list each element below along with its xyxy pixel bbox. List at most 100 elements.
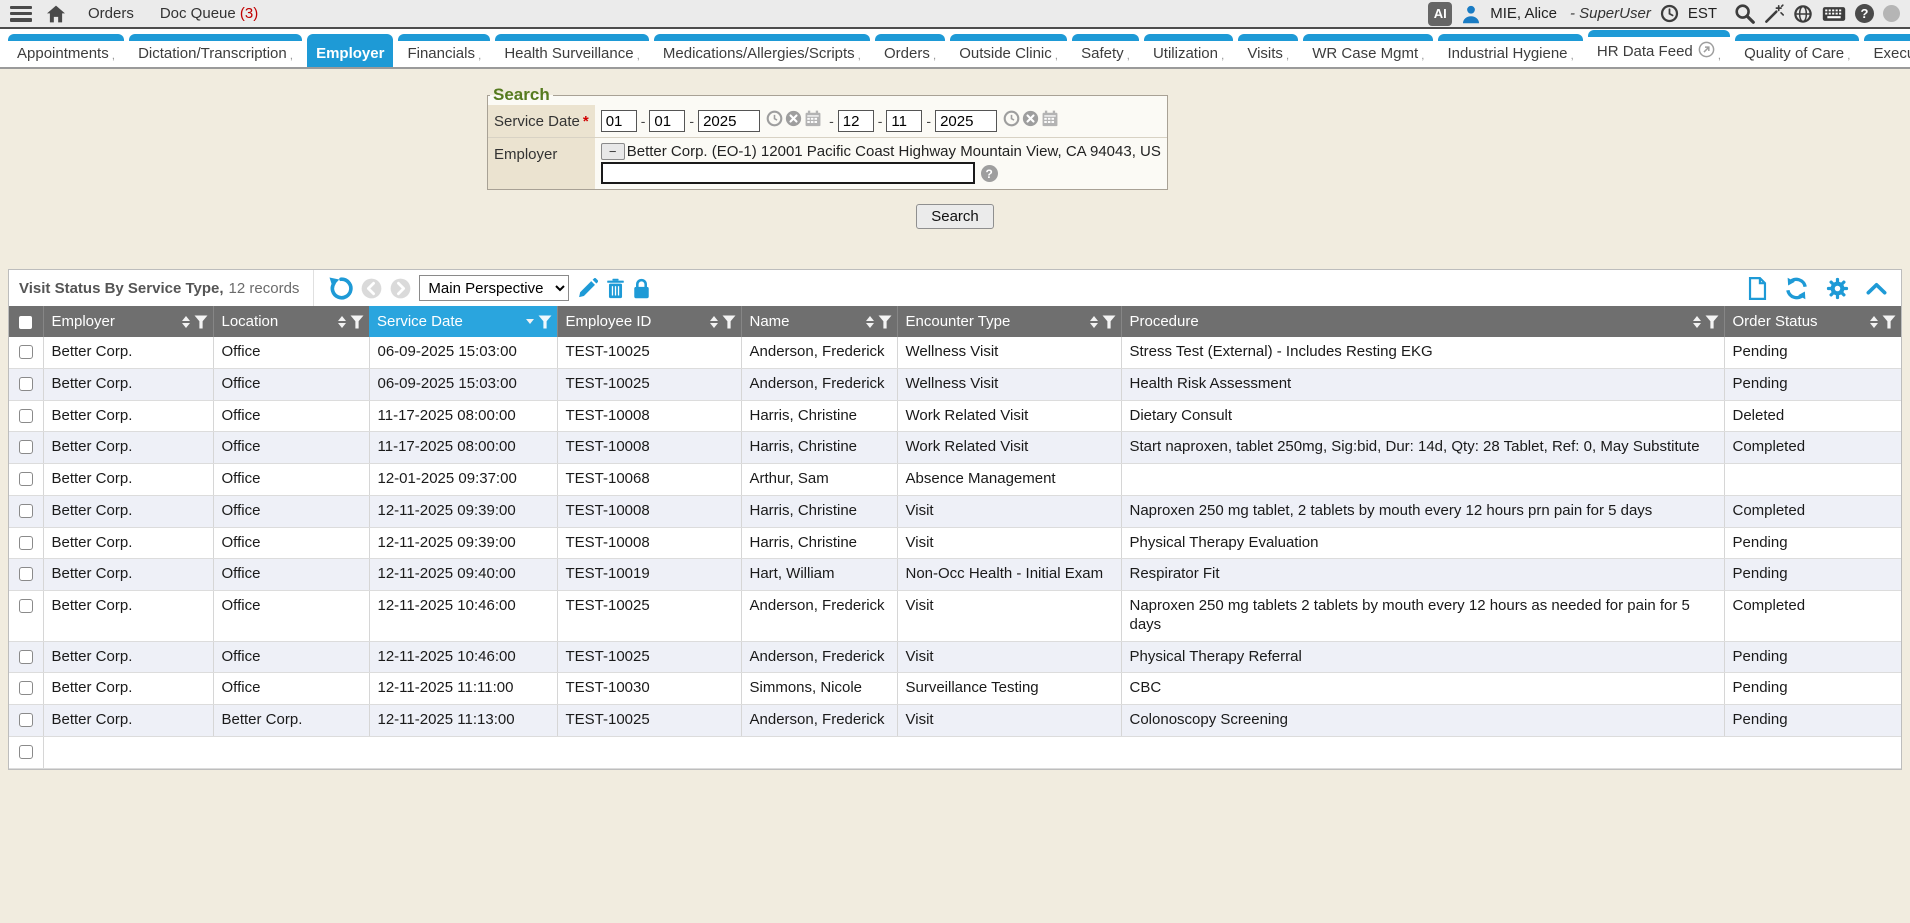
sort-control[interactable] [710, 316, 718, 328]
sort-control[interactable] [866, 316, 874, 328]
refresh-icon[interactable] [1784, 276, 1809, 301]
filter-funnel-icon[interactable] [350, 315, 364, 329]
ai-badge[interactable]: AI [1428, 2, 1452, 26]
row-checkbox[interactable] [19, 440, 33, 454]
collapse-employer-button[interactable]: − [601, 143, 625, 160]
hamburger-menu-icon[interactable] [10, 6, 32, 22]
export-document-icon[interactable] [1748, 277, 1767, 300]
tab-label: Dictation/Transcription [138, 45, 287, 62]
user-icon[interactable] [1461, 4, 1481, 24]
column-header[interactable]: Service Date [369, 306, 557, 337]
tab[interactable]: Safety [1072, 34, 1139, 67]
row-checkbox[interactable] [19, 409, 33, 423]
row-checkbox[interactable] [19, 713, 33, 727]
time-picker-icon[interactable] [1003, 110, 1020, 132]
search-icon[interactable] [1734, 3, 1755, 24]
tab[interactable]: Financials [398, 34, 490, 67]
date-from-year-input[interactable] [698, 110, 760, 132]
cell-employer: Better Corp. [43, 673, 213, 705]
date-from-month-input[interactable] [601, 110, 637, 132]
tab[interactable]: Employer [307, 34, 393, 67]
external-link-icon[interactable] [1698, 41, 1715, 62]
user-name[interactable]: MIE, Alice [1490, 5, 1557, 22]
column-header[interactable]: Procedure [1121, 306, 1724, 337]
filter-funnel-icon[interactable] [1705, 315, 1719, 329]
calendar-icon[interactable] [804, 110, 822, 132]
filter-funnel-icon[interactable] [878, 315, 892, 329]
date-from-day-input[interactable] [649, 110, 685, 132]
perspective-select[interactable]: Main Perspective [419, 275, 569, 301]
filter-funnel-icon[interactable] [722, 315, 736, 329]
tab[interactable]: HR Data Feed [1588, 30, 1730, 67]
home-icon[interactable] [46, 5, 66, 23]
row-checkbox[interactable] [19, 599, 33, 613]
clear-date-icon[interactable] [1022, 110, 1039, 132]
employer-search-input[interactable] [601, 162, 975, 184]
sort-control[interactable] [1090, 316, 1098, 328]
row-checkbox[interactable] [19, 650, 33, 664]
cell-encounter-type: Non-Occ Health - Initial Exam [897, 559, 1121, 591]
undo-icon[interactable] [328, 276, 353, 301]
tab[interactable]: Health Surveillance [495, 34, 649, 67]
footer-checkbox[interactable] [19, 745, 33, 759]
column-header[interactable]: Location [213, 306, 369, 337]
lock-icon[interactable] [633, 278, 650, 299]
row-checkbox[interactable] [19, 472, 33, 486]
edit-pencil-icon[interactable] [577, 278, 598, 299]
row-checkbox[interactable] [19, 504, 33, 518]
column-header[interactable]: Employer [43, 306, 213, 337]
row-checkbox[interactable] [19, 681, 33, 695]
date-to-year-input[interactable] [935, 110, 997, 132]
time-picker-icon[interactable] [766, 110, 783, 132]
filter-funnel-icon[interactable] [538, 315, 552, 329]
clear-date-icon[interactable] [785, 110, 802, 132]
sort-control[interactable] [1693, 316, 1701, 328]
filter-funnel-icon[interactable] [194, 315, 208, 329]
filter-funnel-icon[interactable] [1882, 315, 1896, 329]
tab[interactable]: Utilization [1144, 34, 1233, 67]
prev-page-icon[interactable] [361, 278, 382, 299]
next-page-icon[interactable] [390, 278, 411, 299]
help-icon[interactable]: ? [1855, 4, 1874, 23]
column-header[interactable]: Employee ID [557, 306, 741, 337]
sort-asc-icon [1870, 316, 1878, 321]
date-to-month-input[interactable] [838, 110, 874, 132]
tab[interactable]: Industrial Hygiene [1438, 34, 1582, 67]
tab[interactable]: Appointments [8, 34, 124, 67]
sort-control[interactable] [338, 316, 346, 328]
row-checkbox[interactable] [19, 345, 33, 359]
select-all-checkbox[interactable] [19, 316, 32, 329]
filter-funnel-icon[interactable] [1102, 315, 1116, 329]
tab[interactable]: Executive Dashboard [1864, 34, 1910, 67]
sort-control[interactable] [182, 316, 190, 328]
row-checkbox[interactable] [19, 536, 33, 550]
column-header[interactable]: Encounter Type [897, 306, 1121, 337]
tab[interactable]: Visits [1238, 34, 1298, 67]
keyboard-icon[interactable] [1822, 6, 1846, 22]
tab[interactable]: Orders [875, 34, 945, 67]
tab[interactable]: WR Case Mgmt [1303, 34, 1433, 67]
settings-gear-icon[interactable] [1826, 277, 1849, 300]
row-checkbox[interactable] [19, 567, 33, 581]
tab[interactable]: Medications/Allergies/Scripts [654, 34, 870, 67]
breadcrumb-doc-queue[interactable]: Doc Queue (3) [160, 5, 258, 22]
calendar-icon[interactable] [1041, 110, 1059, 132]
table-row: Better Corp. Office 12-11-2025 10:46:00 … [9, 641, 1901, 673]
tab[interactable]: Outside Clinic [950, 34, 1067, 67]
breadcrumb-orders[interactable]: Orders [88, 5, 134, 22]
sort-control[interactable] [1870, 316, 1878, 328]
column-header[interactable]: Order Status [1724, 306, 1901, 337]
collapse-chevron-up-icon[interactable] [1866, 282, 1887, 295]
row-checkbox[interactable] [19, 377, 33, 391]
tab[interactable]: Quality of Care [1735, 34, 1859, 67]
sort-control[interactable] [526, 319, 534, 324]
employer-help-icon[interactable]: ? [981, 165, 998, 182]
date-to-day-input[interactable] [886, 110, 922, 132]
magic-wand-icon[interactable] [1764, 4, 1784, 24]
phone-globe-icon[interactable] [1793, 4, 1813, 24]
tab[interactable]: Dictation/Transcription [129, 34, 302, 67]
clock-icon[interactable] [1660, 4, 1679, 23]
column-header[interactable]: Name [741, 306, 897, 337]
search-button[interactable]: Search [916, 204, 994, 229]
delete-trash-icon[interactable] [606, 278, 625, 299]
